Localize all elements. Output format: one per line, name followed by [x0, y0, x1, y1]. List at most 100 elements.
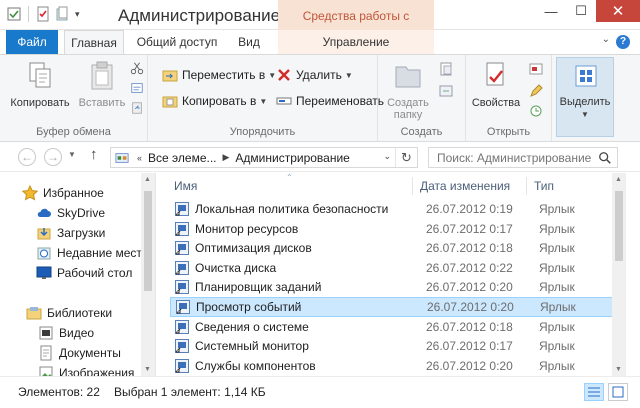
search-icon	[599, 152, 611, 164]
window-title: Администрирование	[118, 6, 281, 25]
group-organize: Переместить в ▼ Копировать в ▼ Удалить ▼ Пе…	[148, 55, 384, 141]
status-bar: Элементов: 22 Выбран 1 элемент: 1,14 КБ	[0, 376, 640, 408]
address-bar[interactable]: « Все элеме... ▶ Администрирование ⌄ ↻	[110, 147, 418, 168]
copy-to-button[interactable]: Копировать в ▼	[162, 91, 267, 111]
file-date: 26.07.2012 0:17	[426, 221, 513, 236]
nav-item-desktop[interactable]: Рабочий стол	[36, 263, 132, 283]
up-button[interactable]: ↑	[90, 146, 98, 163]
breadcrumb-administration[interactable]: Администрирование	[235, 151, 349, 165]
breadcrumb-separator-icon[interactable]: «	[137, 153, 142, 163]
file-name: Оптимизация дисков	[195, 241, 312, 256]
move-to-button[interactable]: Переместить в ▼	[162, 65, 276, 85]
group-create: Создать папку Создать	[378, 55, 466, 141]
file-date: 26.07.2012 0:18	[426, 241, 513, 256]
properties-button[interactable]: Свойства	[468, 59, 524, 109]
ribbon-tabs: Файл Главная Общий доступ Вид Управление…	[0, 30, 640, 55]
file-type: Ярлык	[539, 202, 575, 216]
delete-button[interactable]: Удалить ▼	[276, 65, 353, 85]
nav-item-video[interactable]: Видео	[38, 323, 94, 343]
search-input[interactable]	[428, 147, 618, 168]
nav-item-recent[interactable]: Недавние места	[36, 243, 148, 263]
file-list-scroll-thumb[interactable]	[615, 191, 623, 261]
table-row[interactable]: Системный монитор 26.07.2012 0:17 Ярлык	[170, 336, 614, 356]
dropdown-arrow-icon: ▼	[259, 96, 268, 106]
select-button[interactable]: Выделить ▼	[556, 57, 614, 137]
table-row[interactable]: Очистка диска 26.07.2012 0:22 Ярлык	[170, 258, 614, 278]
nav-scroll-thumb[interactable]	[144, 191, 152, 291]
column-header-date[interactable]: Дата изменения	[420, 173, 510, 197]
tab-view[interactable]: Вид	[226, 30, 272, 54]
details-view-button[interactable]	[584, 383, 604, 401]
table-row[interactable]: Монитор ресурсов 26.07.2012 0:17 Ярлык	[170, 219, 614, 239]
file-name: Монитор ресурсов	[195, 221, 299, 236]
table-row[interactable]: Планировщик заданий 26.07.2012 0:20 Ярлык	[170, 277, 614, 297]
table-row[interactable]: Просмотр событий 26.07.2012 0:20 Ярлык	[170, 297, 614, 317]
properties-icon[interactable]	[6, 6, 22, 22]
easy-access-icon[interactable]	[438, 83, 454, 99]
file-date: 26.07.2012 0:22	[426, 260, 513, 275]
file-name: Службы компонентов	[195, 358, 316, 373]
new-folder-icon[interactable]	[55, 6, 71, 22]
maximize-button[interactable]: ☐	[566, 0, 596, 22]
recent-locations-icon[interactable]: ▼	[68, 150, 76, 159]
chevron-down-icon[interactable]: ⌄	[602, 34, 610, 45]
copy-path-icon[interactable]	[130, 81, 144, 95]
tab-manage[interactable]: Управление	[278, 30, 434, 54]
cut-icon[interactable]	[130, 61, 144, 75]
rename-button[interactable]: Переименовать	[276, 91, 384, 111]
scroll-down-icon[interactable]: ▼	[615, 366, 622, 373]
new-folder-button[interactable]: Создать папку	[382, 59, 434, 121]
nav-scrollbar[interactable]: ▲ ▼	[141, 173, 155, 376]
nav-item-skydrive[interactable]: SkyDrive	[36, 203, 105, 223]
nav-item-images[interactable]: Изображения	[38, 363, 134, 376]
new-item-icon[interactable]	[438, 61, 454, 77]
selection-info: Выбран 1 элемент: 1,14 КБ	[114, 385, 266, 399]
table-row[interactable]: Локальная политика безопасности 26.07.201…	[170, 199, 614, 219]
minimize-button[interactable]: —	[536, 0, 566, 22]
tab-home[interactable]: Главная	[64, 30, 124, 55]
back-button[interactable]: ←	[18, 148, 36, 166]
navigation-bar: ← → ▼ ↑ « Все элеме... ▶ Администрирован…	[0, 142, 640, 172]
properties-icon	[486, 62, 504, 86]
scroll-up-icon[interactable]: ▲	[615, 176, 622, 183]
table-row[interactable]: Сведения о системе 26.07.2012 0:18 Ярлык	[170, 317, 614, 337]
close-button[interactable]: ✕	[596, 0, 640, 22]
recent-icon	[37, 247, 51, 260]
nav-item-favorites[interactable]: Избранное	[22, 183, 104, 203]
edit-icon[interactable]	[528, 83, 544, 99]
paste-button[interactable]: Вставить	[76, 59, 128, 109]
nav-item-libraries[interactable]: Библиотеки	[26, 303, 112, 323]
help-icon[interactable]: ?	[616, 35, 630, 49]
paste-shortcut-icon[interactable]	[130, 101, 144, 115]
forward-button[interactable]: →	[44, 148, 62, 166]
refresh-button[interactable]: ↻	[395, 148, 417, 167]
chevron-right-icon[interactable]: ▶	[223, 152, 230, 163]
event-viewer-icon	[176, 300, 190, 314]
details-view-icon	[588, 387, 600, 397]
file-name: Очистка диска	[195, 260, 277, 275]
scroll-down-icon[interactable]: ▼	[144, 366, 151, 373]
tab-file[interactable]: Файл	[6, 30, 58, 54]
nav-item-documents[interactable]: Документы	[38, 343, 121, 363]
address-history-icon[interactable]: ⌄	[383, 151, 391, 162]
open-icon[interactable]	[528, 61, 544, 77]
nav-item-downloads[interactable]: Загрузки	[36, 223, 105, 243]
qat-dropdown-icon[interactable]: ▾	[75, 9, 80, 20]
table-row[interactable]: Службы компонентов 26.07.2012 0:20 Ярлык	[170, 356, 614, 376]
checklist-icon[interactable]	[35, 6, 51, 22]
file-type: Ярлык	[539, 280, 575, 295]
history-icon[interactable]	[528, 103, 544, 119]
copy-button[interactable]: Копировать	[10, 59, 70, 109]
column-header-type[interactable]: Тип	[534, 173, 554, 197]
create-group-label: Создать	[400, 126, 443, 138]
downloads-icon	[37, 228, 51, 240]
breadcrumb-all-items[interactable]: Все элеме...	[148, 151, 216, 165]
security-policy-icon	[175, 202, 189, 216]
tab-share[interactable]: Общий доступ	[132, 30, 222, 54]
file-list-scrollbar[interactable]: ▲ ▼	[612, 173, 626, 376]
table-row[interactable]: Оптимизация дисков 26.07.2012 0:18 Ярлык	[170, 238, 614, 258]
column-header-name[interactable]: Имя	[174, 173, 197, 197]
scroll-up-icon[interactable]: ▲	[144, 176, 151, 183]
large-icons-view-button[interactable]	[608, 383, 628, 401]
file-date: 26.07.2012 0:17	[426, 339, 513, 354]
